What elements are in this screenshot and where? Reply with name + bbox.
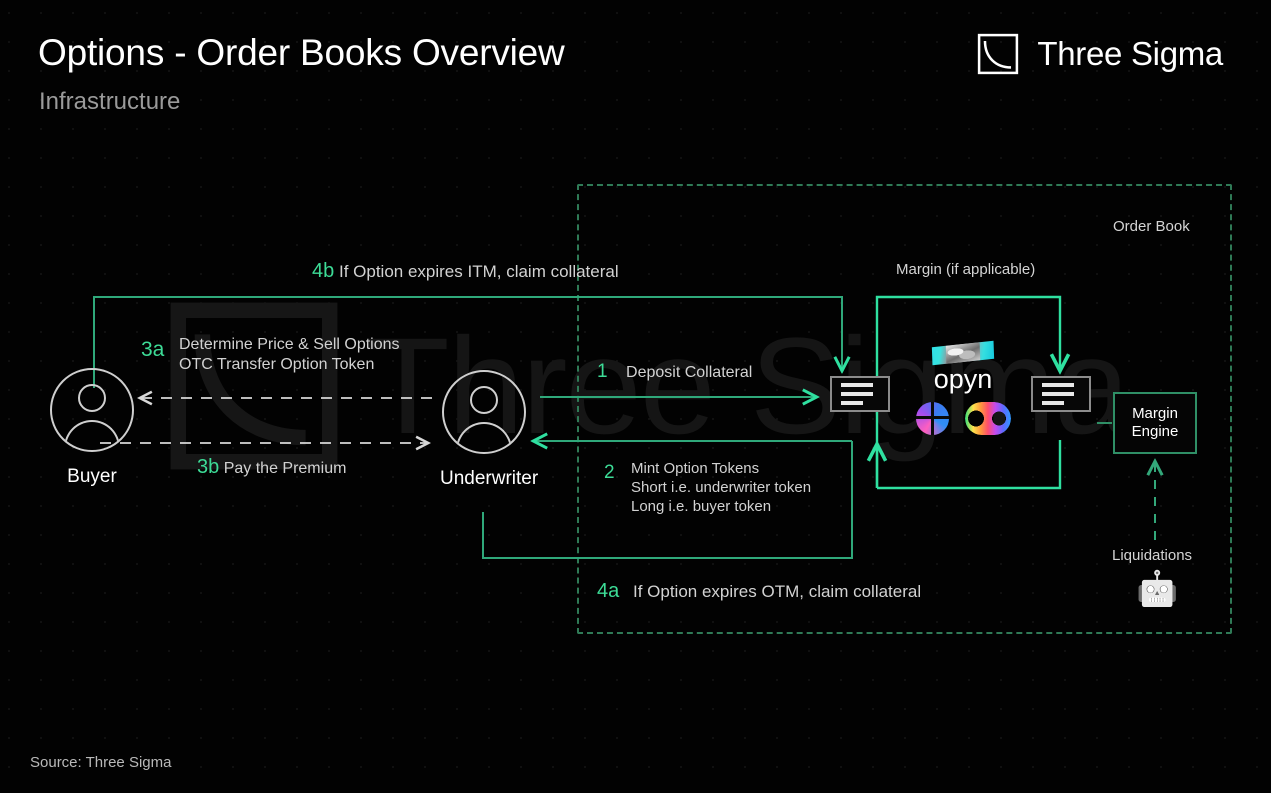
step-label-3a: 3a Determine Price & Sell Options OTC Tr… [141, 335, 400, 374]
brand-name: Three Sigma [1037, 35, 1223, 72]
order-book-row [841, 383, 873, 387]
opyn-logo-icon [931, 340, 995, 366]
opyn-name: opyn [933, 364, 993, 394]
dopex-coin-icon [915, 402, 949, 435]
actor-underwriter-label: Underwriter [440, 468, 539, 489]
page-title: Options - Order Books Overview [38, 32, 565, 73]
margin-engine-line2: Engine [1131, 423, 1179, 440]
step-label-2: 2 Mint Option Tokens Short i.e. underwri… [604, 460, 811, 516]
avatar-body [64, 420, 120, 450]
step-2-text: Mint Option Tokens Short i.e. underwrite… [631, 460, 812, 515]
three-sigma-square-curve-icon [978, 33, 1019, 75]
step-1-number: 1 [597, 361, 608, 382]
order-book-row [1042, 401, 1064, 405]
rainbow-peanut-coin-icon [964, 402, 1011, 435]
margin-region-label: Margin (if applicable) [896, 261, 1036, 278]
brand-logo: Three Sigma [977, 33, 1223, 75]
step-label-4a: 4a If Option expires OTM, claim collater… [597, 580, 921, 603]
step-label-1: 1 Deposit Collateral [597, 361, 752, 383]
step-label-3b: 3b Pay the Premium [197, 456, 346, 479]
source-note: Source: Three Sigma [30, 754, 172, 771]
avatar-head [470, 386, 498, 414]
watermark-logo-icon [170, 302, 338, 470]
step-label-4b: 4b If Option expires ITM, claim collater… [312, 260, 619, 283]
margin-engine-line1: Margin [1132, 405, 1178, 423]
user-circle-icon [50, 368, 134, 452]
step-4b-number: 4b [312, 260, 335, 282]
step-4a-number: 4a [597, 580, 620, 602]
step-4a-text: If Option expires OTM, claim collateral [632, 582, 922, 601]
step-3a-text: Determine Price & Sell Options OTC Trans… [179, 336, 400, 373]
step-3b-text: Pay the Premium [223, 460, 347, 477]
order-book-row [1042, 392, 1074, 396]
order-book-region-label: Order Book [1113, 218, 1190, 235]
protocol-coins [915, 402, 1011, 435]
order-book-row [841, 392, 873, 396]
order-book-row [841, 401, 863, 405]
actor-buyer-label: Buyer [67, 466, 117, 487]
avatar-head [78, 384, 106, 412]
order-book-list-icon-right[interactable] [1031, 376, 1091, 412]
robot-icon: 🤖 [1136, 570, 1179, 608]
actor-buyer[interactable]: Buyer [48, 368, 136, 488]
avatar-body [456, 422, 512, 452]
page-subtitle: Infrastructure [39, 88, 181, 115]
opyn-logo-group: opyn [915, 340, 1011, 435]
actor-underwriter[interactable]: Underwriter [440, 370, 539, 490]
step-3a-number: 3a [141, 338, 165, 361]
margin-engine-box[interactable]: Margin Engine [1113, 392, 1197, 454]
order-book-list-icon-left[interactable] [830, 376, 890, 412]
user-circle-icon [442, 370, 526, 454]
step-4b-text: If Option expires ITM, claim collateral [338, 262, 619, 281]
liquidations-label: Liquidations [1112, 547, 1193, 564]
step-1-text: Deposit Collateral [626, 364, 753, 381]
order-book-row [1042, 383, 1074, 387]
slide-canvas: Three Sigma Options - Order Books Overvi… [0, 0, 1271, 793]
step-2-number: 2 [604, 462, 615, 483]
step-3b-number: 3b [197, 456, 220, 478]
